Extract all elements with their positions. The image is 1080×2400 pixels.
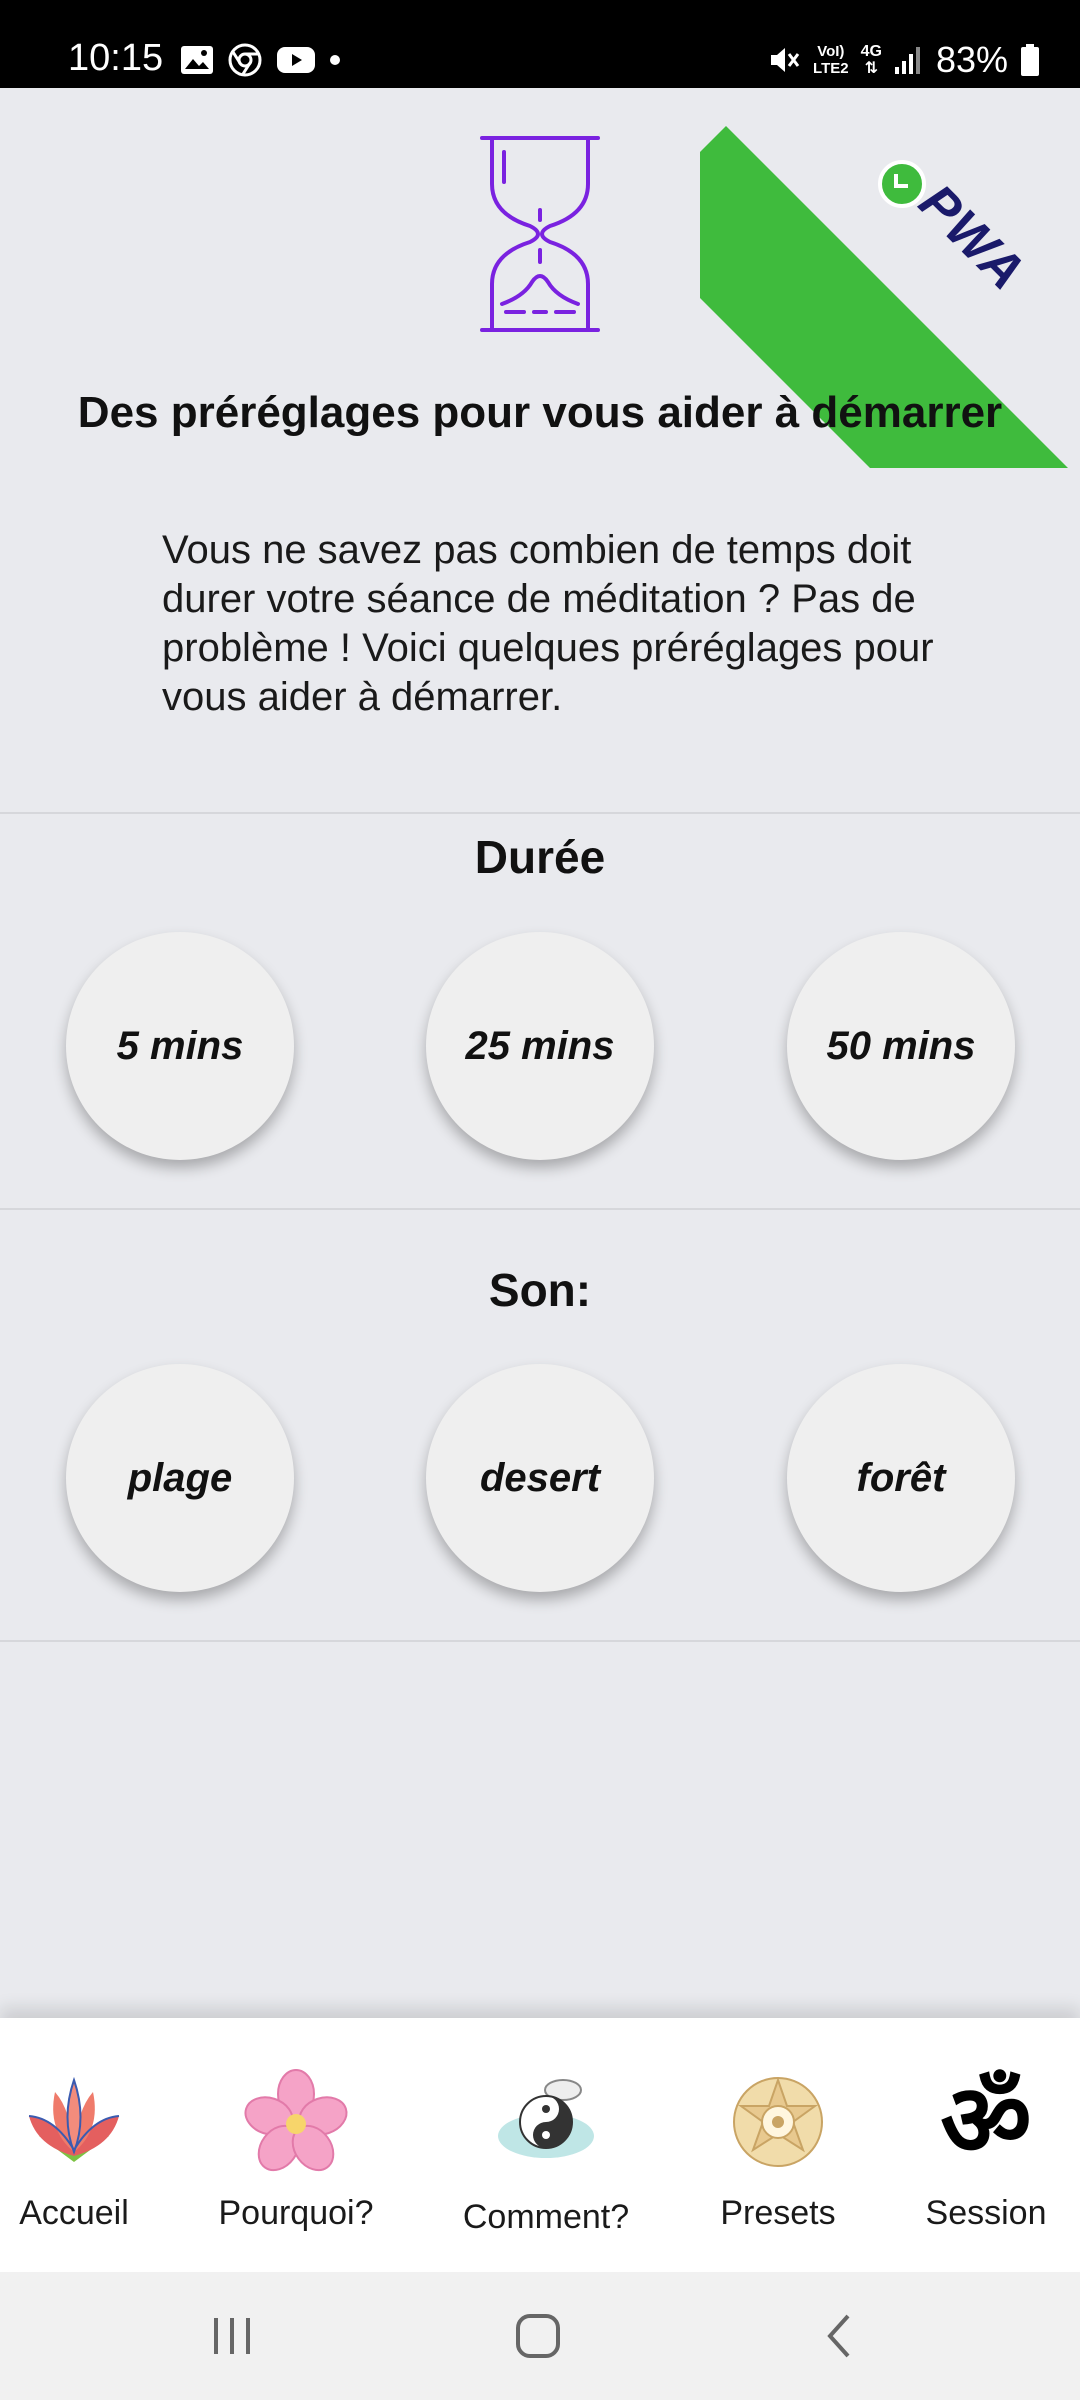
- youtube-icon: [277, 47, 315, 73]
- mute-icon: [771, 48, 800, 72]
- page-title: Des préréglages pour vous aider à démarr…: [77, 388, 1003, 437]
- status-bar: 10:15 VoI) LTE2 4G ⇅ 83%: [0, 0, 1080, 88]
- notification-icons: [180, 40, 340, 80]
- nav-label: Presets: [720, 2194, 836, 2232]
- nav-item-presets[interactable]: Presets: [706, 2018, 850, 2272]
- hourglass-icon: [480, 136, 600, 332]
- nav-label: Session: [925, 2194, 1047, 2232]
- sound-forest-button[interactable]: forêt: [787, 1364, 1015, 1592]
- nav-label: Pourquoi?: [218, 2194, 374, 2232]
- battery-percentage: 83%: [935, 39, 1008, 80]
- duration-50-button[interactable]: 50 mins: [787, 932, 1015, 1160]
- system-icons: VoI) LTE2 4G ⇅ 83%: [767, 38, 1040, 82]
- system-navigation-bar: [0, 2272, 1080, 2400]
- duration-title: Durée: [474, 831, 606, 883]
- network-type: 4G ⇅: [860, 43, 882, 77]
- clock-icon: [878, 160, 926, 208]
- nav-label: Comment?: [462, 2198, 630, 2236]
- chrome-icon: [228, 43, 262, 77]
- home-icon[interactable]: [514, 2312, 562, 2360]
- back-icon[interactable]: [824, 2312, 854, 2360]
- yin-yang-icon: [498, 2079, 594, 2158]
- gallery-icon: [181, 46, 213, 74]
- more-notifications-dot: [330, 55, 340, 65]
- nav-item-pourquoi[interactable]: Pourquoi?: [206, 2018, 386, 2272]
- presets-page: PWA Des préréglages pour vous aider à dé…: [0, 88, 1080, 2018]
- mandala-icon: [733, 2076, 823, 2167]
- divider: [0, 1640, 1080, 1642]
- nav-item-comment[interactable]: Comment?: [450, 2018, 642, 2272]
- sound-desert-button[interactable]: desert: [426, 1364, 654, 1592]
- duration-25-button[interactable]: 25 mins: [426, 932, 654, 1160]
- sound-title: Son:: [488, 1264, 592, 1316]
- nav-item-accueil[interactable]: Accueil: [0, 2018, 148, 2272]
- divider: [0, 812, 1080, 814]
- intro-text: Vous ne savez pas combien de temps doit …: [162, 528, 934, 719]
- duration-5-button[interactable]: 5 mins: [66, 932, 294, 1160]
- signal-icon: [894, 47, 920, 74]
- pwa-label: PWA: [907, 173, 1037, 303]
- lotus-icon: [28, 2076, 120, 2162]
- status-time: 10:15: [68, 37, 164, 79]
- recent-apps-icon[interactable]: [210, 2312, 254, 2360]
- om-icon: ॐ: [940, 2062, 1032, 2179]
- data-arrows-icon: ⇅: [864, 60, 878, 77]
- sound-beach-button[interactable]: plage: [66, 1364, 294, 1592]
- nav-label: Accueil: [19, 2194, 129, 2232]
- divider: [0, 1208, 1080, 1210]
- volte-indicator: VoI) LTE2: [813, 43, 849, 77]
- nav-item-session[interactable]: ॐ Session: [912, 2018, 1060, 2272]
- bottom-navigation: Accueil Pourquoi? Comment? Presets ॐ Ses…: [0, 2018, 1080, 2272]
- flower-icon: [244, 2069, 348, 2172]
- battery-icon: [1021, 44, 1039, 76]
